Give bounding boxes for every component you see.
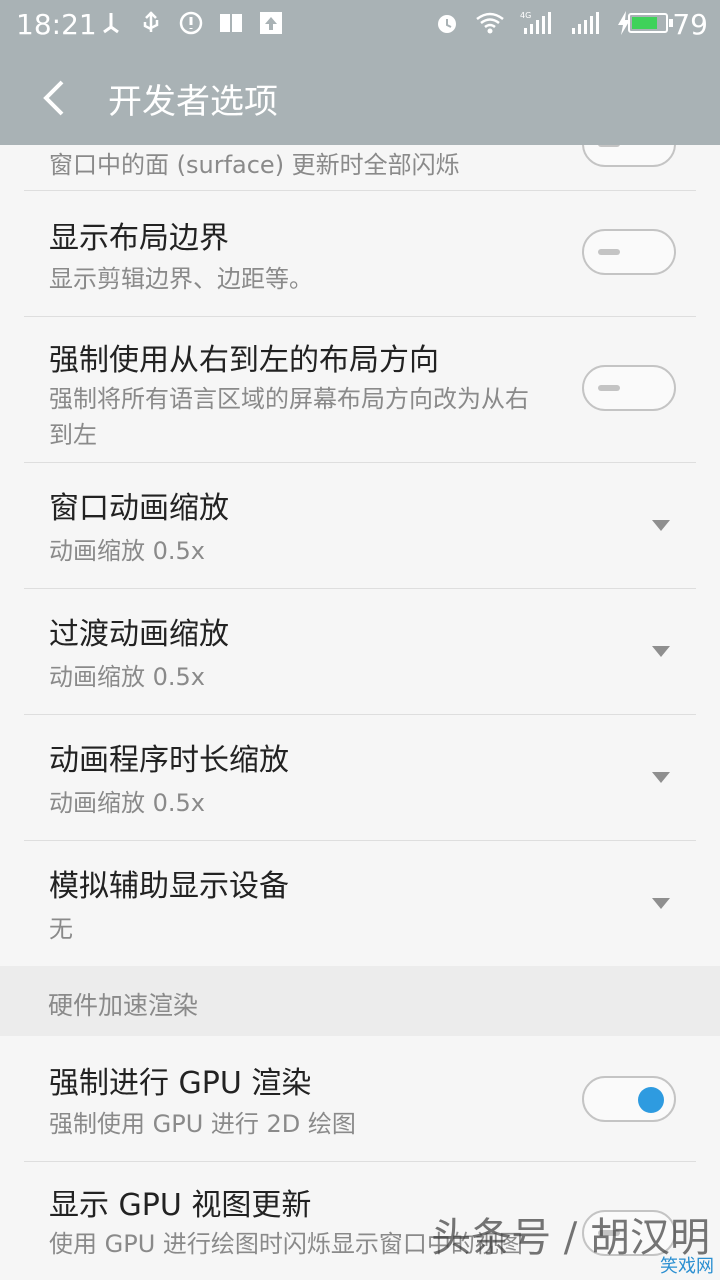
signal-icon	[572, 12, 599, 34]
list-item-subtitle: 动画缩放 0.5x	[49, 789, 205, 817]
svg-text:4G: 4G	[520, 11, 531, 20]
page-title: 开发者选项	[108, 82, 278, 122]
list-item-title: 动画程序时长缩放	[49, 743, 289, 778]
toggle-on-indicator	[638, 1087, 664, 1113]
alarm-icon	[438, 15, 456, 33]
list-item-title: 过渡动画缩放	[49, 617, 229, 652]
book-icon	[220, 14, 242, 32]
status-bar: 18:21 4G 79	[0, 0, 720, 50]
battery-percent: 79	[672, 8, 708, 41]
back-arrow-icon[interactable]	[36, 78, 76, 118]
list-item-subtitle: 强制将所有语言区域的屏幕布局方向改为从右到左	[49, 385, 529, 449]
list-item[interactable]: 窗口中的面 (surface) 更新时全部闪烁	[24, 145, 696, 191]
section-header-hardware-accelerated-rendering: 硬件加速渲染	[0, 966, 720, 1036]
list-item-title: 窗口动画缩放	[49, 491, 229, 526]
status-time: 18:21	[16, 8, 97, 41]
notification-icons	[98, 10, 284, 36]
list-item-window-animation-scale[interactable]: 窗口动画缩放 动画缩放 0.5x	[24, 463, 696, 589]
dropdown-arrow-icon[interactable]	[652, 772, 670, 783]
list-item-force-rtl[interactable]: 强制使用从右到左的布局方向 强制将所有语言区域的屏幕布局方向改为从右到左	[24, 317, 696, 463]
list-item-title: 强制使用从右到左的布局方向	[49, 343, 439, 378]
list-item-animator-duration-scale[interactable]: 动画程序时长缩放 动画缩放 0.5x	[24, 715, 696, 841]
list-item-title: 强制进行 GPU 渲染	[49, 1066, 312, 1101]
toggle-switch[interactable]	[582, 145, 676, 167]
system-icons: 4G	[434, 10, 632, 36]
usb-icon	[143, 11, 159, 32]
list-item-subtitle: 强制使用 GPU 进行 2D 绘图	[49, 1110, 356, 1138]
list-item-subtitle: 无	[49, 915, 73, 943]
list-item-transition-animation-scale[interactable]: 过渡动画缩放 动画缩放 0.5x	[24, 589, 696, 715]
settings-list: 窗口中的面 (surface) 更新时全部闪烁 显示布局边界 显示剪辑边界、边距…	[0, 145, 720, 1280]
toggle-switch[interactable]	[582, 229, 676, 275]
list-item-subtitle: 动画缩放 0.5x	[49, 663, 205, 691]
toolbar: 开发者选项	[0, 50, 720, 145]
dropdown-arrow-icon[interactable]	[652, 898, 670, 909]
dropdown-arrow-icon[interactable]	[652, 646, 670, 657]
list-item-title: 显示 GPU 视图更新	[49, 1188, 312, 1223]
usb-debug-icon	[103, 13, 119, 34]
list-item-force-gpu-rendering[interactable]: 强制进行 GPU 渲染 强制使用 GPU 进行 2D 绘图	[24, 1036, 696, 1162]
toggle-off-indicator	[598, 385, 620, 391]
list-item-title: 模拟辅助显示设备	[49, 869, 289, 904]
toggle-off-indicator	[598, 249, 620, 255]
disabled-icon	[179, 11, 203, 35]
app-bar: 18:21 4G 79 开发者选项	[0, 0, 720, 145]
toggle-switch[interactable]	[582, 1076, 676, 1122]
list-item-subtitle: 动画缩放 0.5x	[49, 537, 205, 565]
list-item-subtitle: 窗口中的面 (surface) 更新时全部闪烁	[49, 151, 460, 179]
section-label: 硬件加速渲染	[48, 991, 199, 1020]
upload-icon	[260, 12, 282, 34]
wifi-icon	[476, 12, 504, 34]
dropdown-arrow-icon[interactable]	[652, 520, 670, 531]
battery-level	[632, 17, 657, 29]
battery-icon	[628, 13, 668, 33]
toggle-off-indicator	[598, 145, 620, 147]
list-item-simulate-secondary-display[interactable]: 模拟辅助显示设备 无	[24, 841, 696, 966]
watermark-logo: 笑戏网	[660, 1256, 714, 1277]
toggle-switch[interactable]	[582, 365, 676, 411]
signal-4g-icon: 4G	[520, 11, 551, 34]
list-item-subtitle: 显示剪辑边界、边距等。	[49, 265, 313, 293]
list-item-show-layout-bounds[interactable]: 显示布局边界 显示剪辑边界、边距等。	[24, 191, 696, 317]
list-item-title: 显示布局边界	[49, 221, 229, 256]
